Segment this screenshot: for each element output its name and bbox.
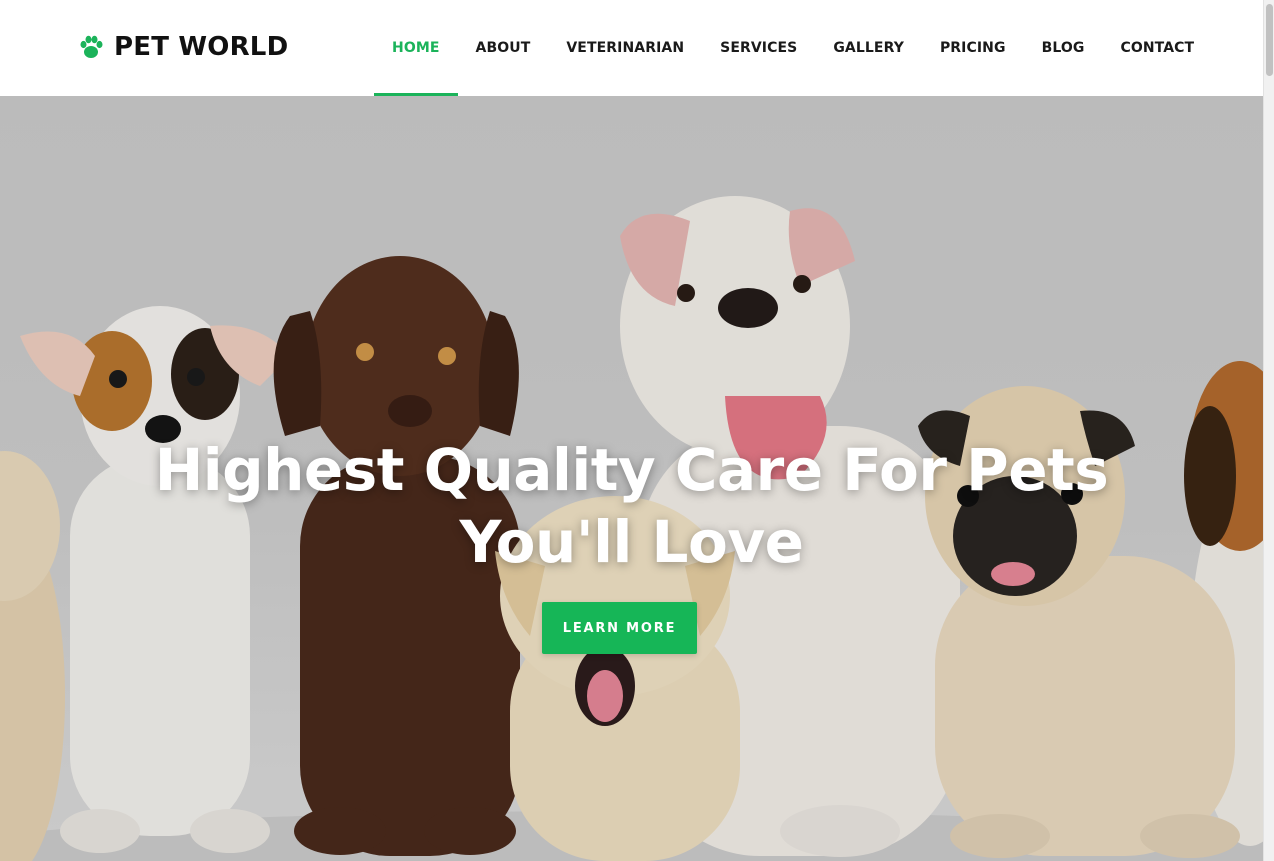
nav-item-blog[interactable]: BLOG: [1024, 0, 1103, 96]
site-header: PET WORLD HOME ABOUT VETERINARIAN SERVIC…: [0, 0, 1263, 96]
nav-item-about[interactable]: ABOUT: [458, 0, 549, 96]
main-nav: HOME ABOUT VETERINARIAN SERVICES GALLERY…: [374, 0, 1212, 96]
paw-icon: [80, 35, 103, 58]
brand-name: PET WORLD: [114, 32, 289, 62]
brand-logo[interactable]: PET WORLD: [76, 30, 288, 64]
hero-section: Highest Quality Care For Pets You'll Lov…: [0, 96, 1263, 861]
nav-item-pricing[interactable]: PRICING: [922, 0, 1024, 96]
hero-heading-line-2: You'll Love: [459, 508, 804, 576]
nav-item-gallery[interactable]: GALLERY: [815, 0, 922, 96]
hero-heading: Highest Quality Care For Pets You'll Lov…: [100, 434, 1163, 578]
nav-item-veterinarian[interactable]: VETERINARIAN: [548, 0, 702, 96]
learn-more-button[interactable]: LEARN MORE: [542, 602, 697, 654]
nav-item-contact[interactable]: CONTACT: [1102, 0, 1212, 96]
page-scrollbar[interactable]: [1263, 0, 1274, 861]
nav-item-services[interactable]: SERVICES: [702, 0, 815, 96]
hero-heading-line-1: Highest Quality Care For Pets: [154, 436, 1109, 504]
scrollbar-thumb[interactable]: [1266, 4, 1273, 76]
nav-item-home[interactable]: HOME: [374, 0, 458, 96]
